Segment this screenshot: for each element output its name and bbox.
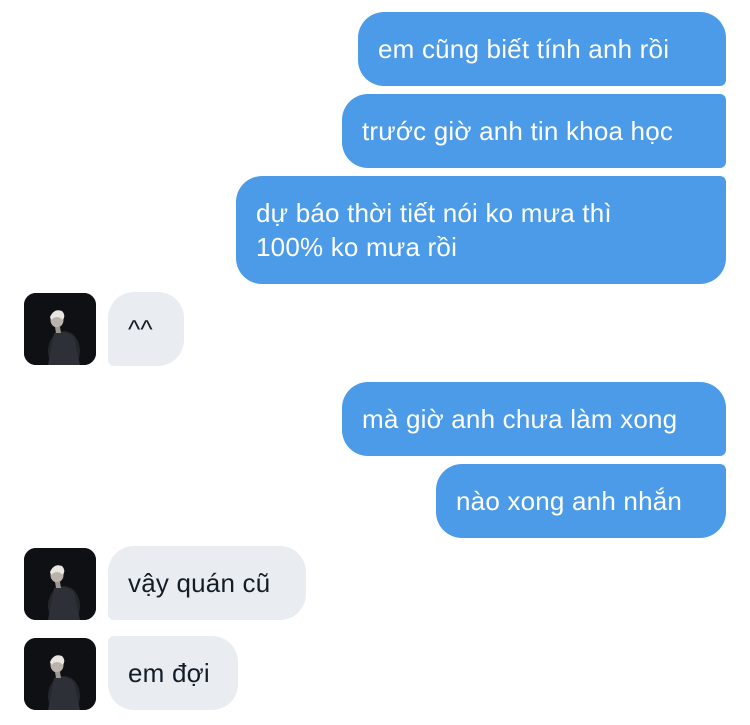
contact-avatar[interactable] [24,293,96,365]
message-text: ^^ [128,314,153,344]
message-bubble-incoming[interactable]: ^^ [108,292,184,366]
contact-avatar[interactable] [24,638,96,710]
message-text: trước giờ anh tin khoa học [362,116,674,146]
avatar-photo-icon [24,548,96,620]
message-bubble-incoming[interactable]: em đợi [108,636,238,710]
message-text: nào xong anh nhắn [456,486,683,516]
message-bubble-outgoing[interactable]: trước giờ anh tin khoa học [342,94,726,168]
avatar-photo-icon [24,638,96,710]
message-bubble-outgoing[interactable]: mà giờ anh chưa làm xong [342,382,726,456]
message-text: em đợi [128,658,210,688]
message-bubble-outgoing[interactable]: em cũng biết tính anh rồi [358,12,726,86]
message-text: mà giờ anh chưa làm xong [362,404,678,434]
conversation-thread: em cũng biết tính anh rồi trước giờ anh … [0,0,750,725]
message-text: vậy quán cũ [128,568,271,598]
message-bubble-outgoing[interactable]: dự báo thời tiết nói ko mưa thì 100% ko … [236,176,726,284]
message-text: dự báo thời tiết nói ko mưa thì 100% ko … [256,198,612,262]
avatar-photo-icon [24,293,96,365]
contact-avatar[interactable] [24,548,96,620]
message-bubble-outgoing[interactable]: nào xong anh nhắn [436,464,726,538]
message-text: em cũng biết tính anh rồi [378,34,670,64]
message-bubble-incoming[interactable]: vậy quán cũ [108,546,306,620]
